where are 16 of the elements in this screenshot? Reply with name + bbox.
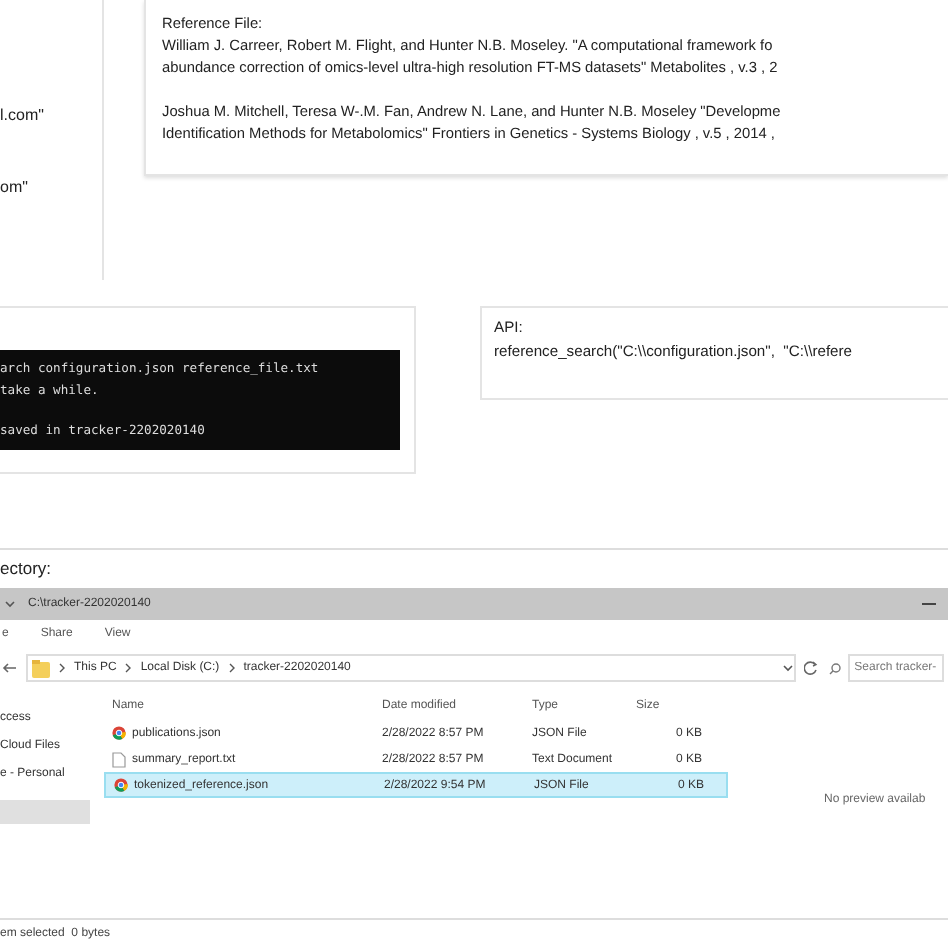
folder-icon [32, 659, 50, 677]
refresh-icon [804, 660, 821, 676]
dropdown-icon [782, 662, 795, 674]
chevron-right-icon [58, 662, 66, 674]
browser-file-icon [114, 778, 128, 792]
contact-text: om" [0, 178, 30, 196]
directory-label: ectory: [0, 558, 52, 578]
chevron-right-icon [124, 662, 133, 674]
contact-text: l.com" [0, 106, 46, 124]
document-icon [112, 751, 126, 767]
minimize-icon [922, 598, 936, 610]
browser-file-icon [112, 726, 126, 740]
search-icon [828, 661, 843, 675]
chevron-right-icon [227, 662, 236, 674]
chevron-icon [4, 598, 16, 610]
nav-highlight [0, 800, 90, 824]
